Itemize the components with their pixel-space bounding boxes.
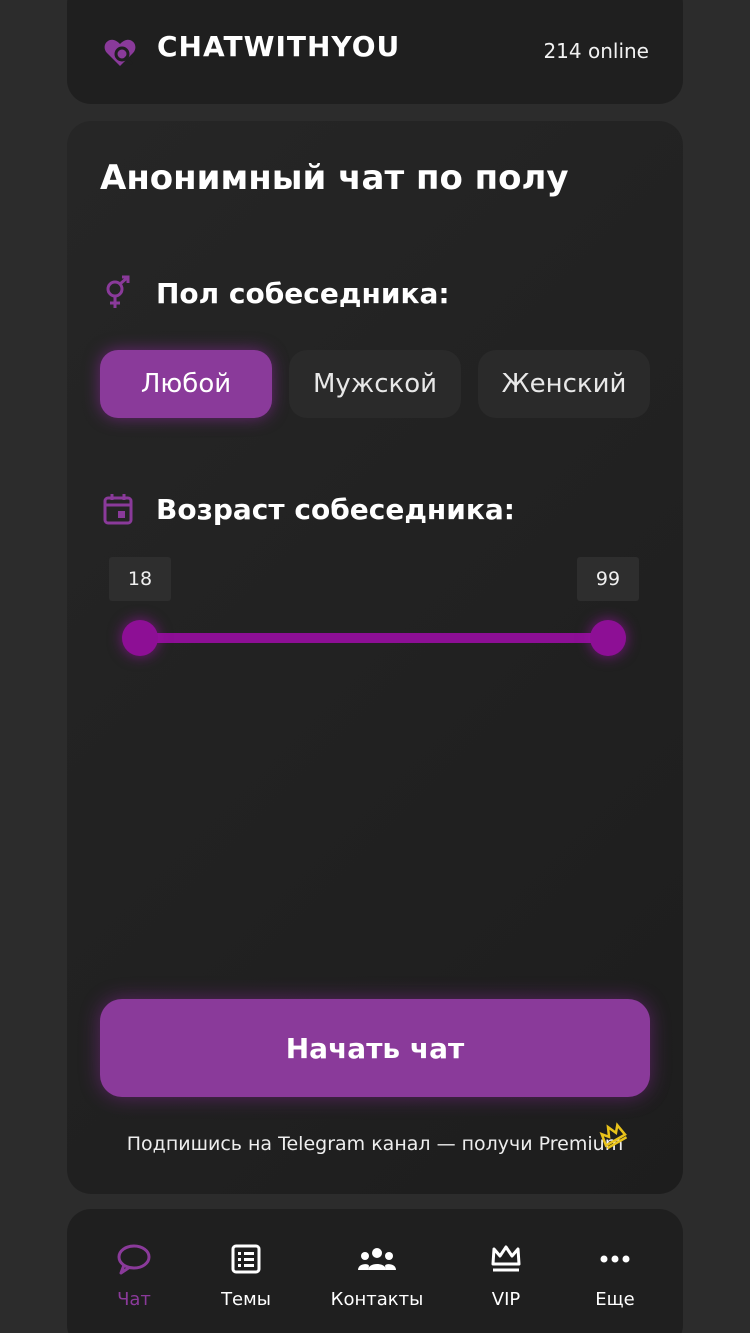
nav-item-contacts[interactable]: Контакты — [322, 1241, 432, 1310]
nav-item-topics[interactable]: Темы — [191, 1241, 301, 1310]
page-title: Анонимный чат по полу — [100, 158, 569, 198]
gender-option-any[interactable]: Любой — [100, 350, 272, 418]
gender-label: Пол собеседника: — [156, 276, 450, 310]
app-logo-text: CHATWITHYOU — [157, 30, 401, 63]
chat-settings-card: Анонимный чат по полу Пол собеседника: Л… — [67, 121, 683, 1194]
more-dots-icon — [560, 1241, 670, 1277]
page: CHATWITHYOU 214 online Анонимный чат по … — [0, 0, 750, 1333]
header: CHATWITHYOU 214 online — [67, 0, 683, 104]
nav-item-chat[interactable]: Чат — [79, 1241, 189, 1310]
nav-label-vip: VIP — [491, 1289, 521, 1310]
age-label: Возраст собеседника: — [156, 492, 515, 526]
age-max-slider-handle[interactable] — [590, 620, 626, 656]
age-section-header: Возраст собеседника: — [100, 491, 515, 527]
nav-label-chat: Чат — [117, 1289, 151, 1310]
bottom-nav: Чат Темы Контакты VIP Еще — [67, 1209, 683, 1333]
age-range-track[interactable] — [140, 633, 608, 643]
online-count: 214 online — [543, 39, 649, 63]
age-min-value: 18 — [109, 557, 171, 601]
gender-symbol-icon — [100, 275, 136, 311]
nav-item-vip[interactable]: VIP — [451, 1241, 561, 1310]
premium-crown-icon — [599, 1122, 627, 1149]
crown-icon — [451, 1241, 561, 1277]
gender-options: Любой Мужской Женский — [100, 350, 650, 418]
start-chat-button[interactable]: Начать чат — [100, 999, 650, 1097]
chat-bubble-icon — [79, 1241, 189, 1277]
gender-option-male[interactable]: Мужской — [289, 350, 461, 418]
heart-search-logo-icon — [104, 39, 136, 66]
telegram-promo-link[interactable]: Подпишись на Telegram канал — получи Pre… — [67, 1133, 683, 1155]
nav-item-more[interactable]: Еще — [560, 1241, 670, 1310]
nav-label-contacts: Контакты — [330, 1289, 424, 1310]
age-max-value: 99 — [577, 557, 639, 601]
users-icon — [322, 1241, 432, 1277]
gender-option-female[interactable]: Женский — [478, 350, 650, 418]
list-icon — [191, 1241, 301, 1277]
age-min-slider-handle[interactable] — [122, 620, 158, 656]
calendar-icon — [100, 491, 136, 527]
gender-section-header: Пол собеседника: — [100, 275, 450, 311]
nav-label-topics: Темы — [221, 1289, 271, 1310]
nav-label-more: Еще — [595, 1289, 635, 1310]
